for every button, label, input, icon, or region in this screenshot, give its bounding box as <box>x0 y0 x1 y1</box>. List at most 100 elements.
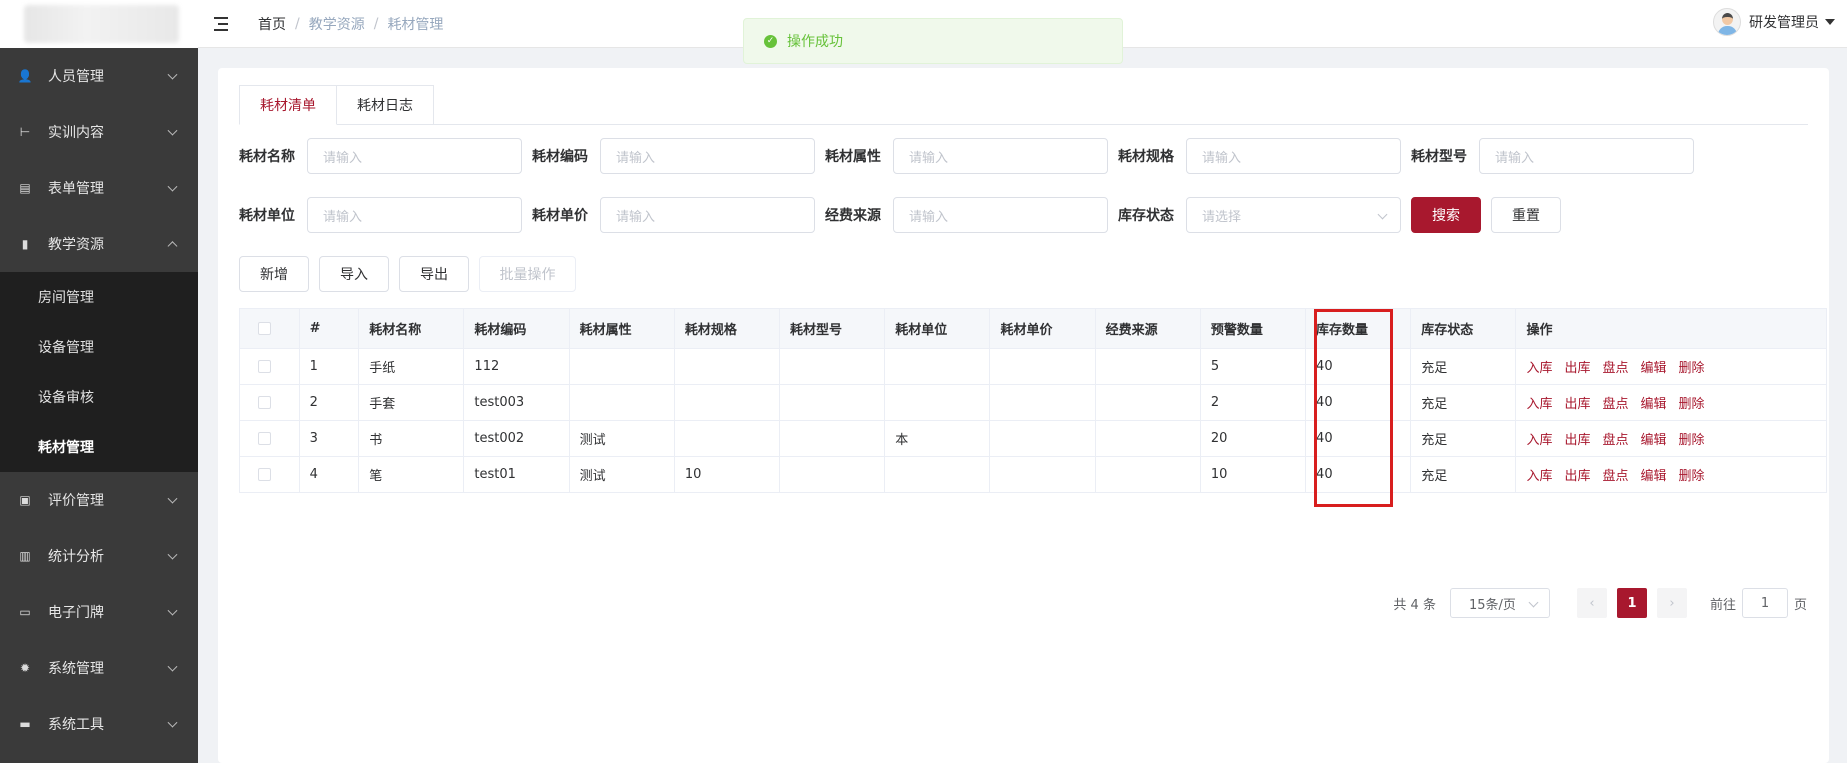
stock-in-link[interactable]: 入库 <box>1526 357 1552 376</box>
column-header: 预警数量 <box>1201 309 1307 348</box>
delete-link[interactable]: 删除 <box>1679 393 1705 412</box>
column-header: 耗材规格 <box>675 309 781 348</box>
filter-input[interactable]: 请输入 <box>600 197 815 233</box>
user-name: 研发管理员 <box>1749 15 1819 31</box>
row-checkbox[interactable] <box>258 322 271 335</box>
delete-link[interactable]: 删除 <box>1679 357 1705 376</box>
edit-link[interactable]: 编辑 <box>1641 465 1667 484</box>
stock-out-link[interactable]: 出库 <box>1564 429 1590 448</box>
filter-input[interactable]: 请输入 <box>1186 138 1401 174</box>
stock-in-link[interactable]: 入库 <box>1526 429 1552 448</box>
sidebar-item[interactable]: ▥ 统计分析 <box>0 528 198 584</box>
filter-item: 耗材单价 请输入 <box>532 197 815 233</box>
breadcrumb-home[interactable]: 首页 <box>258 14 286 34</box>
tab-consumables-list[interactable]: 耗材清单 <box>239 85 337 125</box>
sidebar-item[interactable]: ▬ 系统工具 <box>0 696 198 752</box>
stock-in-link[interactable]: 入库 <box>1526 393 1552 412</box>
inventory-link[interactable]: 盘点 <box>1602 465 1628 484</box>
chevron-down-icon <box>167 69 178 80</box>
tab-bar: 耗材清单 耗材日志 <box>239 85 1808 125</box>
column-header: 耗材编码 <box>464 309 570 348</box>
tab-consumables-log[interactable]: 耗材日志 <box>337 85 434 125</box>
stock-in-link[interactable]: 入库 <box>1526 465 1552 484</box>
cell-attr: 测试 <box>570 457 675 492</box>
row-checkbox[interactable] <box>258 468 271 481</box>
page-number-button[interactable]: 1 <box>1616 588 1647 618</box>
filter-item: 耗材单位 请输入 <box>239 197 522 233</box>
filter-input[interactable]: 请输入 <box>307 197 522 233</box>
row-checkbox[interactable] <box>258 360 271 373</box>
sidebar-item[interactable]: ⊢ 实训内容 <box>0 104 198 160</box>
cell-status: 充足 <box>1411 385 1517 420</box>
toast-message: 操作成功 <box>787 34 843 50</box>
cell-name: 书 <box>359 421 465 456</box>
actions-cell: 入库 出库 盘点 编辑 删除 <box>1516 457 1825 492</box>
import-button[interactable]: 导入 <box>319 256 389 292</box>
edit-link[interactable]: 编辑 <box>1641 393 1667 412</box>
chevron-down-icon <box>167 661 178 672</box>
stock-out-link[interactable]: 出库 <box>1564 357 1590 376</box>
cell-fund <box>1096 349 1201 384</box>
menu-fold-icon[interactable] <box>214 16 232 32</box>
next-page-button[interactable]: › <box>1656 588 1687 618</box>
inventory-link[interactable]: 盘点 <box>1602 393 1628 412</box>
avatar <box>1713 8 1741 36</box>
reset-button[interactable]: 重置 <box>1491 197 1561 233</box>
cell-no: 3 <box>300 421 360 456</box>
delete-link[interactable]: 删除 <box>1679 429 1705 448</box>
export-button[interactable]: 导出 <box>399 256 469 292</box>
caret-down-icon <box>1825 19 1835 25</box>
filter-input[interactable]: 请输入 <box>893 197 1108 233</box>
filter-label: 耗材属性 <box>825 149 881 165</box>
cell-status: 充足 <box>1411 421 1517 456</box>
sidebar-item-label: 表单管理 <box>48 181 104 197</box>
filter-input[interactable]: 请输入 <box>600 138 815 174</box>
consumables-table: # 耗材名称 耗材编码 耗材属性 耗材规格 耗材型号 耗材单位 耗材单价 经费来源 预警数量 库存数… <box>239 308 1827 493</box>
stock-out-link[interactable]: 出库 <box>1564 393 1590 412</box>
cell-attr: 测试 <box>570 421 675 456</box>
breadcrumb: 首页 / 教学资源 / 耗材管理 <box>258 14 444 34</box>
page-size-select[interactable]: 15条/页 <box>1449 588 1550 618</box>
delete-link[interactable]: 删除 <box>1679 465 1705 484</box>
stock-out-link[interactable]: 出库 <box>1564 465 1590 484</box>
filter-input[interactable]: 请输入 <box>893 138 1108 174</box>
submenu-item[interactable]: 耗材管理 <box>0 422 198 472</box>
sidebar-item[interactable]: ✹ 系统管理 <box>0 640 198 696</box>
sidebar-item[interactable]: ▭ 电子门牌 <box>0 584 198 640</box>
edit-link[interactable]: 编辑 <box>1641 429 1667 448</box>
input-placeholder: 请输入 <box>616 209 656 225</box>
success-toast: ✓ 操作成功 <box>743 18 1123 64</box>
cell-unit <box>885 349 991 384</box>
search-button[interactable]: 搜索 <box>1411 197 1481 233</box>
sidebar-item-label: 统计分析 <box>48 549 104 565</box>
row-checkbox[interactable] <box>258 396 271 409</box>
sidebar-item[interactable]: ▤ 表单管理 <box>0 160 198 216</box>
cell-warn: 10 <box>1201 457 1307 492</box>
filter-label: 经费来源 <box>825 208 881 224</box>
prev-page-button[interactable]: ‹ <box>1576 588 1607 618</box>
edit-link[interactable]: 编辑 <box>1641 357 1667 376</box>
user-menu[interactable]: 研发管理员 <box>1713 8 1835 36</box>
filter-input[interactable]: 请输入 <box>307 138 522 174</box>
cell-spec <box>675 421 781 456</box>
cell-warn: 20 <box>1201 421 1307 456</box>
submenu-item[interactable]: 设备管理 <box>0 322 198 372</box>
filter-input[interactable]: 请输入 <box>1479 138 1694 174</box>
sidebar-item[interactable]: ▣ 评价管理 <box>0 472 198 528</box>
cell-price <box>990 421 1096 456</box>
filter-label: 耗材单位 <box>239 208 295 224</box>
sidebar-item[interactable]: ▮ 教学资源 <box>0 216 198 272</box>
row-checkbox[interactable] <box>258 432 271 445</box>
submenu-item[interactable]: 房间管理 <box>0 272 198 322</box>
submenu-item[interactable]: 设备审核 <box>0 372 198 422</box>
check-circle-icon: ✓ <box>764 34 777 48</box>
breadcrumb-teaching-resources[interactable]: 教学资源 <box>309 14 365 34</box>
goto-page-input[interactable]: 1 <box>1741 588 1788 618</box>
column-header: 经费来源 <box>1096 309 1201 348</box>
column-header: 耗材单价 <box>990 309 1096 348</box>
stock-status-select[interactable]: 请选择 <box>1186 197 1401 233</box>
add-button[interactable]: 新增 <box>239 256 309 292</box>
sidebar-item[interactable]: 👤 人员管理 <box>0 48 198 104</box>
inventory-link[interactable]: 盘点 <box>1602 357 1628 376</box>
inventory-link[interactable]: 盘点 <box>1602 429 1628 448</box>
